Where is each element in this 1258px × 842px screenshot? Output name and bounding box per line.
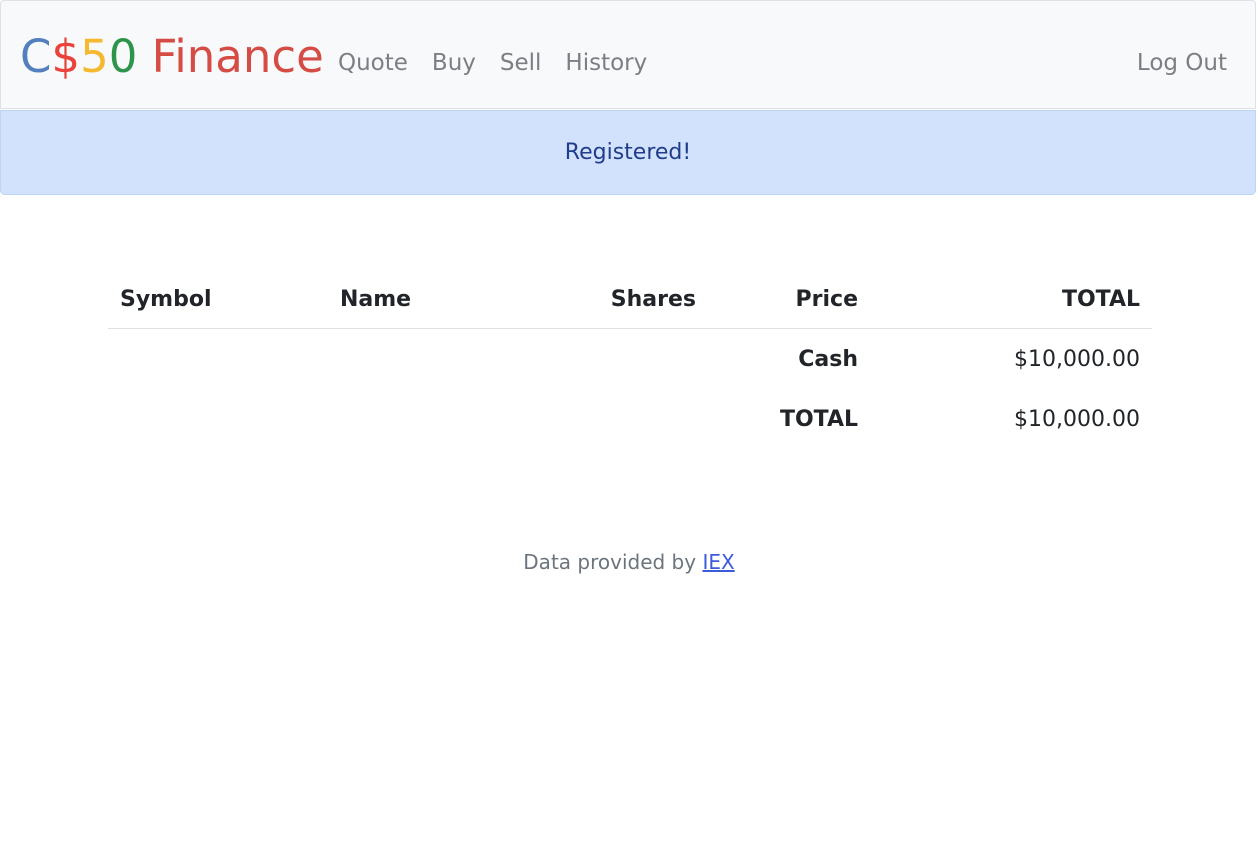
footer-iex-link[interactable]: IEX xyxy=(702,550,734,574)
header-price: Price xyxy=(708,270,870,329)
table-cell-empty xyxy=(538,389,708,449)
header-shares: Shares xyxy=(538,270,708,329)
nav-link-buy[interactable]: Buy xyxy=(432,47,476,79)
table-row-cash: Cash $10,000.00 xyxy=(108,329,1152,390)
table-cell-empty xyxy=(538,329,708,390)
portfolio-table: Symbol Name Shares Price TOTAL Cash $10,… xyxy=(108,270,1152,449)
nav-link-sell[interactable]: Sell xyxy=(500,47,542,79)
grand-total-value: $10,000.00 xyxy=(1014,406,1140,432)
cash-label: Cash xyxy=(798,346,858,372)
brand-word-finance: Finance xyxy=(137,30,324,83)
nav-links: Quote Buy Sell History xyxy=(338,47,671,79)
header-name: Name xyxy=(328,270,538,329)
navbar: C$50 Finance Quote Buy Sell History Log … xyxy=(0,0,1256,109)
table-row-total: TOTAL $10,000.00 xyxy=(108,389,1152,449)
brand-logo-link[interactable]: C$50 Finance xyxy=(20,29,324,85)
flash-alert: Registered! xyxy=(0,110,1256,195)
brand-letter-0: 0 xyxy=(108,30,138,83)
table-cell-empty xyxy=(328,389,538,449)
logout-link[interactable]: Log Out xyxy=(1137,47,1227,79)
nav-link-quote[interactable]: Quote xyxy=(338,47,408,79)
portfolio-table-header: Symbol Name Shares Price TOTAL xyxy=(108,270,1152,329)
header-symbol: Symbol xyxy=(108,270,328,329)
table-cell-empty xyxy=(328,329,538,390)
flash-alert-message: Registered! xyxy=(564,140,692,165)
nav-link-history[interactable]: History xyxy=(565,47,647,79)
table-cell-empty xyxy=(108,389,328,449)
brand-letter-dollar: $ xyxy=(51,30,81,83)
cash-value: $10,000.00 xyxy=(1014,346,1140,372)
table-cell-empty xyxy=(108,329,328,390)
footer-attribution-text: Data provided by xyxy=(523,550,703,574)
brand-letter-5: 5 xyxy=(80,30,109,83)
table-header-row: Symbol Name Shares Price TOTAL xyxy=(108,270,1152,329)
header-total: TOTAL xyxy=(870,270,1152,329)
brand-letter-c: C xyxy=(20,30,52,83)
grand-total-label: TOTAL xyxy=(779,406,858,432)
footer: Data provided by IEX xyxy=(0,548,1258,576)
portfolio-table-body: Cash $10,000.00 TOTAL $10,000.00 xyxy=(108,329,1152,450)
